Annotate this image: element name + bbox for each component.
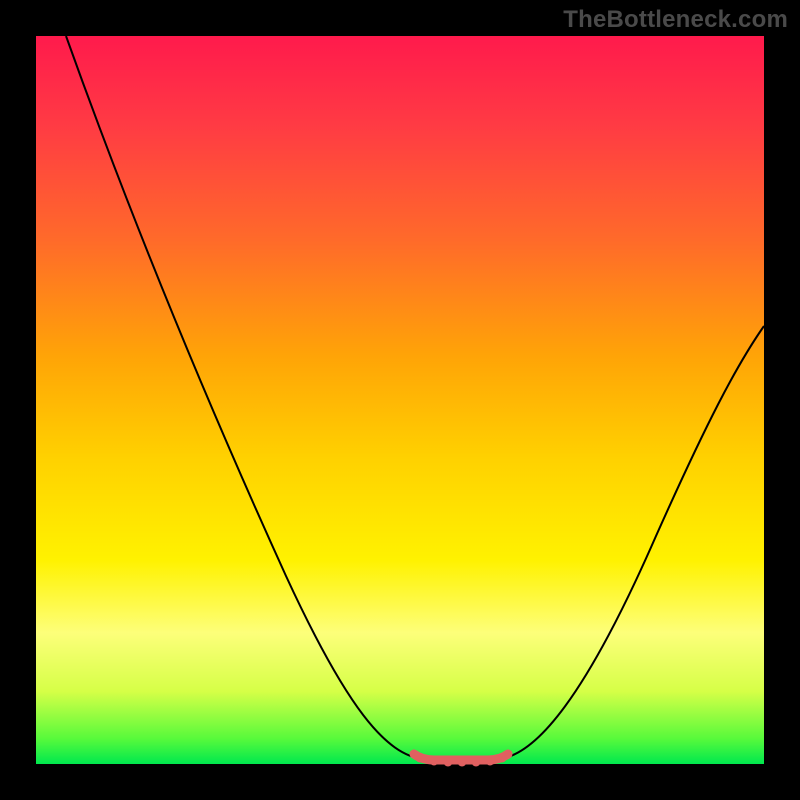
- attribution-label: TheBottleneck.com: [563, 6, 788, 34]
- curve-layer: [36, 36, 764, 764]
- bottleneck-curve: [66, 36, 764, 759]
- plot-area: [36, 36, 764, 764]
- chart-frame: TheBottleneck.com: [0, 0, 800, 800]
